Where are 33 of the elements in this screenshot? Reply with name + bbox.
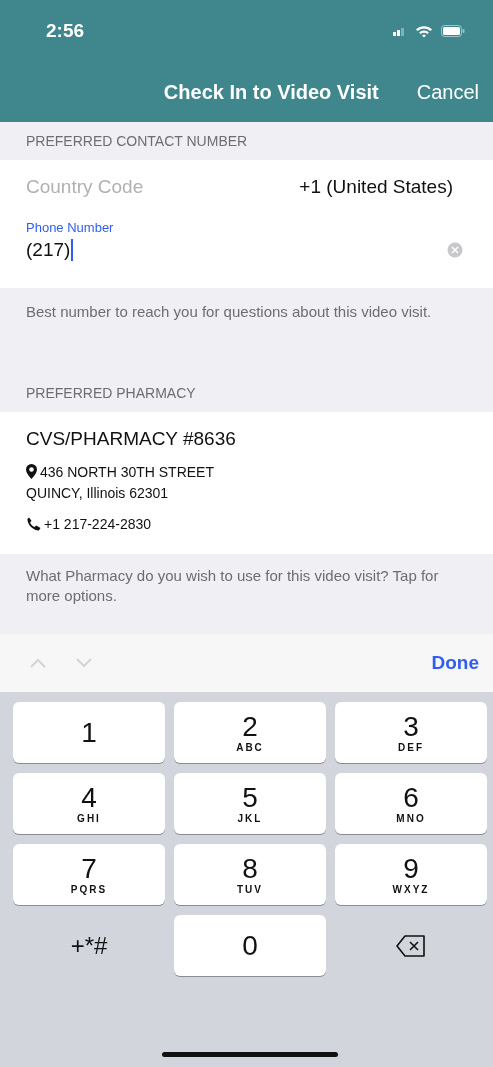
keypad-key[interactable]: 4 GHI — [13, 773, 165, 834]
clear-icon[interactable] — [447, 242, 463, 258]
wifi-icon — [415, 24, 433, 38]
address-line: QUINCY, Illinois 62301 — [26, 484, 170, 503]
battery-icon — [441, 25, 465, 37]
done-button[interactable]: Done — [431, 652, 479, 674]
signal-icon — [393, 26, 407, 36]
keypad-key[interactable]: 2 ABC — [174, 702, 326, 763]
status-time: 2:56 — [46, 20, 85, 42]
section-header: PREFERRED PHARMACY — [25, 384, 197, 403]
pharmacy-name: CVS/PHARMACY #8636 — [26, 428, 237, 450]
address-line: 436 NORTH 30TH STREET — [40, 463, 214, 482]
keypad-key[interactable]: 8 TUV — [174, 844, 326, 905]
cancel-button[interactable]: Cancel — [416, 80, 479, 104]
phone-number-field[interactable]: Phone Number (217) — [0, 214, 493, 288]
section-header: PREFERRED CONTACT NUMBER — [25, 132, 249, 151]
keypad-key[interactable]: 9 WXYZ — [335, 844, 487, 905]
section-footer: Best number to reach you for questions about this video visit. — [0, 288, 493, 374]
keypad-key[interactable]: 6 MNO — [335, 773, 487, 834]
keypad-key[interactable]: 7 PQRS — [13, 844, 165, 905]
keypad-key[interactable]: 5 JKL — [174, 773, 326, 834]
keypad-key[interactable]: 1 — [13, 702, 165, 763]
map-pin-icon — [26, 464, 37, 479]
pharmacy-card[interactable]: CVS/PHARMACY #8636 436 NORTH 30TH STREET QUINCY, Illinois 62301 +1 217-224-2830 — [0, 412, 493, 554]
screen-title: Check In to Video Visit — [163, 80, 379, 104]
pharmacy-phone: +1 217-224-2830 — [44, 516, 152, 532]
country-code-row[interactable]: Country Code +1 (United States) — [0, 160, 493, 214]
keypad-key[interactable]: 0 — [174, 915, 326, 976]
keypad-key[interactable]: 3 DEF — [335, 702, 487, 763]
section-footer: What Pharmacy do you wish to use for this video visit? Tap for more options. — [0, 554, 493, 634]
phone-icon — [26, 516, 41, 532]
symbols-key[interactable]: +*# — [13, 915, 165, 976]
backspace-icon[interactable] — [396, 934, 426, 957]
